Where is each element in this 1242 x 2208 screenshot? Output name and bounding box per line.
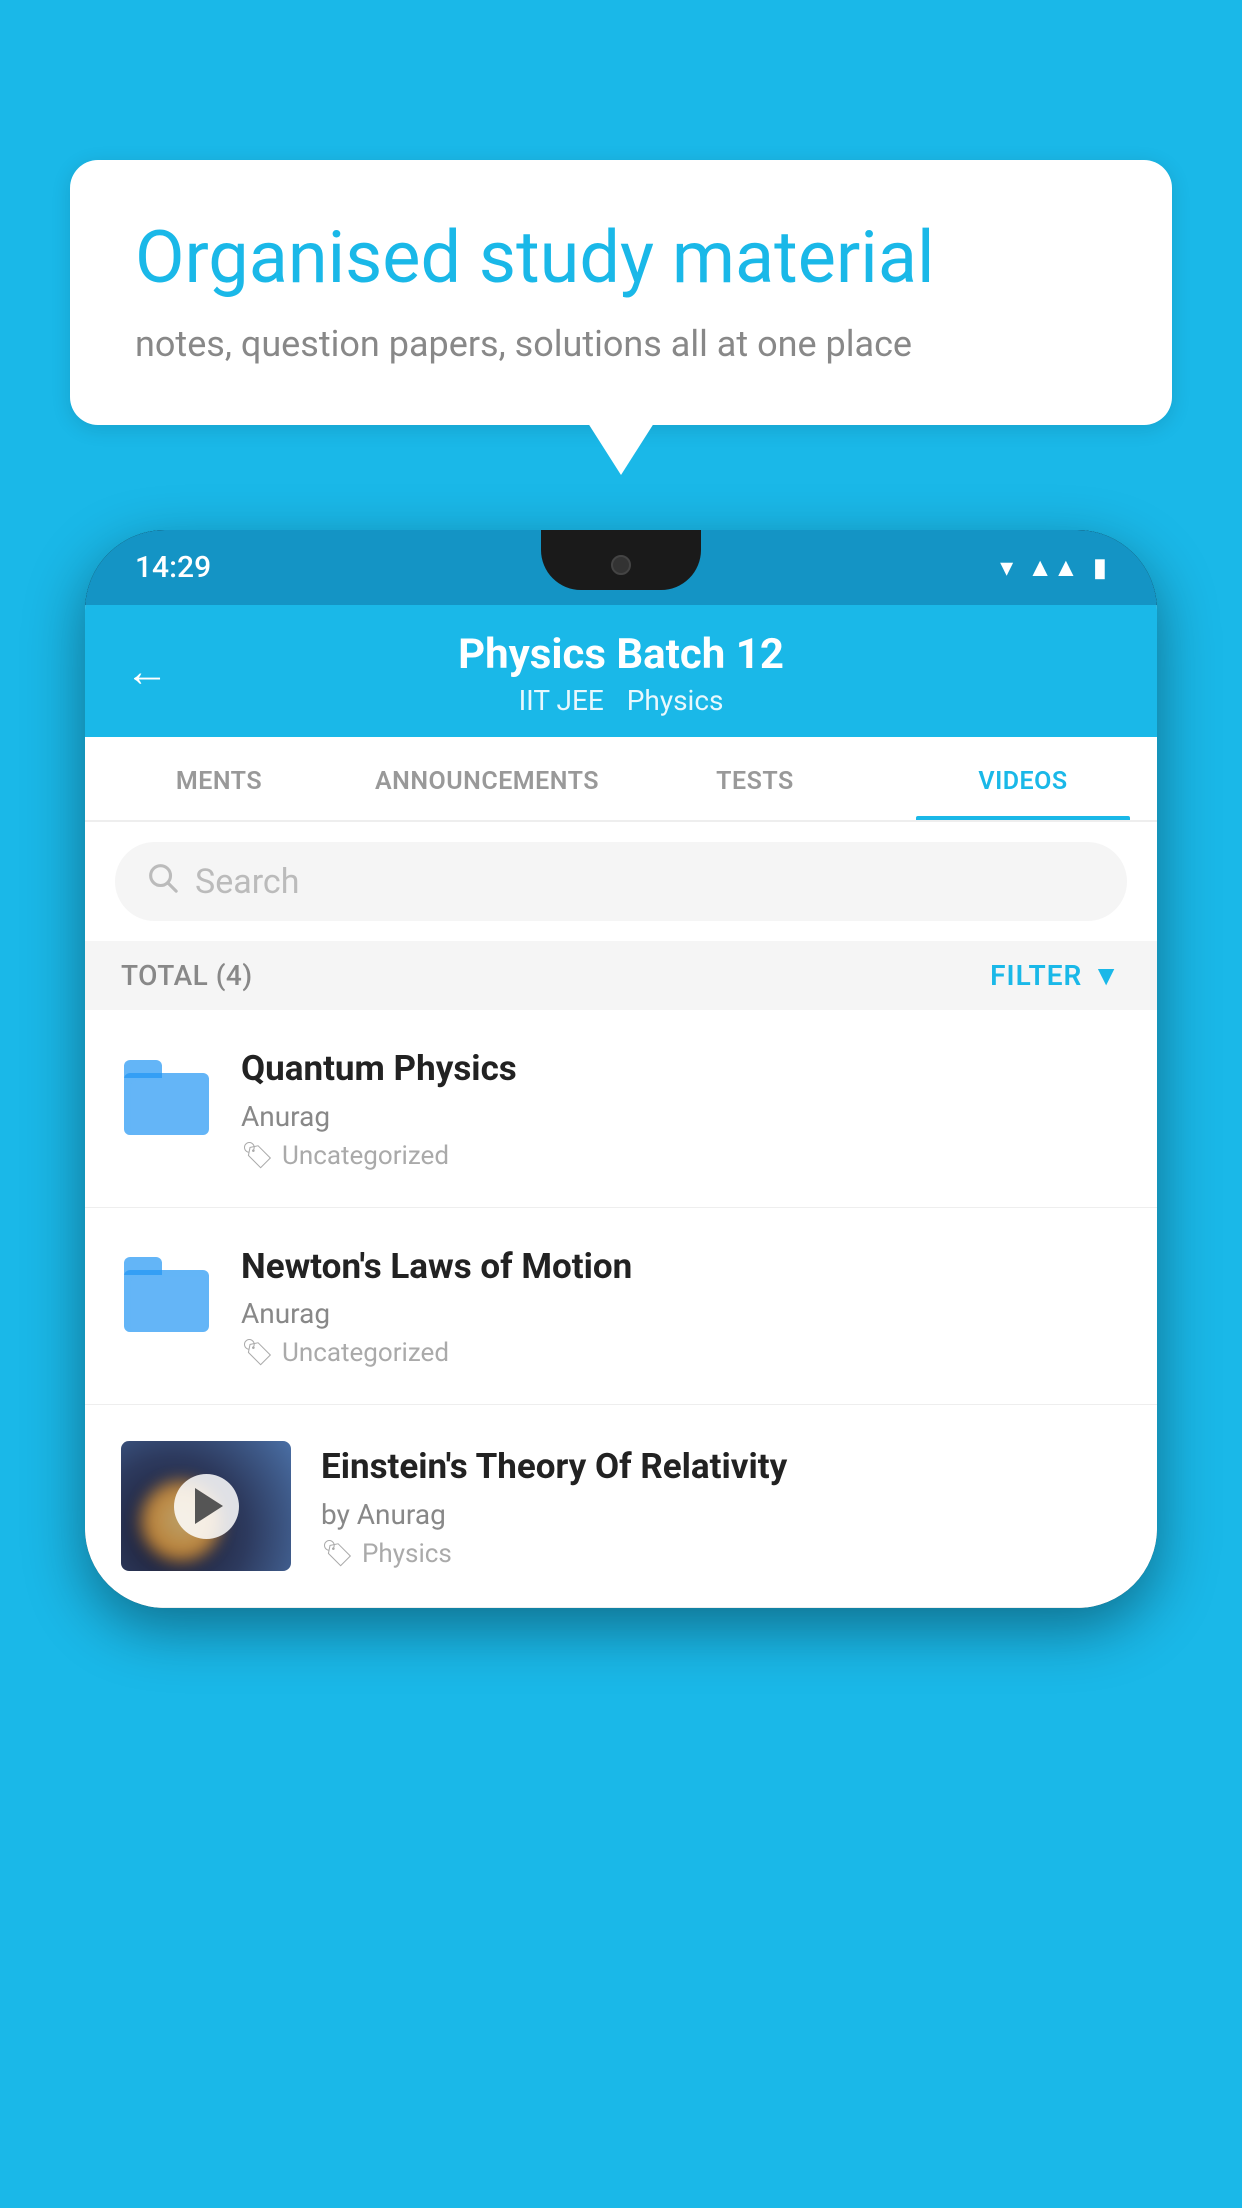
filter-icon: ▼ (1092, 959, 1121, 992)
video-tag: 🏷 Uncategorized (241, 1141, 1121, 1171)
header-breadcrumb: IIT JEE Physics (125, 684, 1117, 717)
tag-icon: 🏷 (241, 1338, 274, 1368)
folder-icon-container (121, 1052, 211, 1142)
list-item[interactable]: Quantum Physics Anurag 🏷 Uncategorized (85, 1010, 1157, 1208)
back-button[interactable]: ← (125, 645, 169, 697)
breadcrumb-physics: Physics (627, 684, 724, 717)
status-bar: 14:29 ▾ ▲▲ ▮ (85, 530, 1157, 605)
video-title: Einstein's Theory Of Relativity (321, 1444, 1121, 1490)
play-button[interactable] (174, 1474, 239, 1539)
video-author: Anurag (241, 1100, 1121, 1133)
breadcrumb-iitjee: IIT JEE (519, 684, 604, 717)
folder-tab (124, 1257, 162, 1275)
tab-tests[interactable]: TESTS (621, 737, 889, 820)
search-icon (145, 860, 179, 903)
folder-front (131, 1080, 206, 1135)
folder-icon-container (121, 1250, 211, 1340)
app-header: ← Physics Batch 12 IIT JEE Physics (85, 605, 1157, 737)
wifi-icon: ▾ (1000, 553, 1013, 583)
search-bar[interactable]: Search (115, 842, 1127, 921)
phone-mockup: 14:29 ▾ ▲▲ ▮ ← Physics Batch 12 (85, 530, 1157, 2208)
phone-inner: 14:29 ▾ ▲▲ ▮ ← Physics Batch 12 (85, 530, 1157, 1608)
phone-notch (541, 530, 701, 590)
phone-screen: ← Physics Batch 12 IIT JEE Physics MENTS… (85, 605, 1157, 1608)
filter-button[interactable]: FILTER ▼ (990, 959, 1121, 992)
speech-bubble-card: Organised study material notes, question… (70, 160, 1172, 425)
tag-icon: 🏷 (241, 1141, 274, 1171)
video-author: by Anurag (321, 1498, 1121, 1531)
tab-announcements[interactable]: ANNOUNCEMENTS (353, 737, 621, 820)
tag-label: Physics (362, 1539, 452, 1569)
folder-tab (124, 1060, 162, 1078)
video-tag: 🏷 Uncategorized (241, 1338, 1121, 1368)
video-info: Newton's Laws of Motion Anurag 🏷 Uncateg… (241, 1244, 1121, 1369)
play-triangle-icon (195, 1488, 223, 1524)
video-author: Anurag (241, 1297, 1121, 1330)
filter-label: FILTER (990, 959, 1082, 992)
bubble-subtitle: notes, question papers, solutions all at… (135, 323, 1107, 365)
list-item[interactable]: Einstein's Theory Of Relativity by Anura… (85, 1405, 1157, 1608)
search-placeholder: Search (195, 862, 299, 902)
tag-label: Uncategorized (282, 1141, 449, 1171)
tag-icon: 🏷 (321, 1539, 354, 1569)
tab-ments[interactable]: MENTS (85, 737, 353, 820)
status-time: 14:29 (135, 550, 211, 585)
video-info: Einstein's Theory Of Relativity by Anura… (321, 1444, 1121, 1569)
folder-icon (124, 1060, 209, 1135)
camera-dot (611, 555, 631, 575)
tab-bar: MENTS ANNOUNCEMENTS TESTS VIDEOS (85, 737, 1157, 822)
tab-videos[interactable]: VIDEOS (889, 737, 1157, 820)
status-icons: ▾ ▲▲ ▮ (1000, 552, 1107, 583)
header-title: Physics Batch 12 (125, 630, 1117, 680)
video-list: Quantum Physics Anurag 🏷 Uncategorized (85, 1010, 1157, 1608)
thumbnail-background (121, 1441, 291, 1571)
signal-icon: ▲▲ (1027, 552, 1078, 583)
video-title: Quantum Physics (241, 1046, 1121, 1092)
bubble-title: Organised study material (135, 215, 1107, 301)
folder-icon (124, 1257, 209, 1332)
tag-label: Uncategorized (282, 1338, 449, 1368)
search-container: Search (85, 822, 1157, 941)
filter-bar: TOTAL (4) FILTER ▼ (85, 941, 1157, 1010)
phone-frame: 14:29 ▾ ▲▲ ▮ ← Physics Batch 12 (85, 530, 1157, 1608)
battery-icon: ▮ (1093, 553, 1107, 583)
video-info: Quantum Physics Anurag 🏷 Uncategorized (241, 1046, 1121, 1171)
folder-front (131, 1277, 206, 1332)
video-tag: 🏷 Physics (321, 1539, 1121, 1569)
video-thumbnail (121, 1441, 291, 1571)
total-count-label: TOTAL (4) (121, 959, 253, 992)
list-item[interactable]: Newton's Laws of Motion Anurag 🏷 Uncateg… (85, 1208, 1157, 1406)
video-title: Newton's Laws of Motion (241, 1244, 1121, 1290)
